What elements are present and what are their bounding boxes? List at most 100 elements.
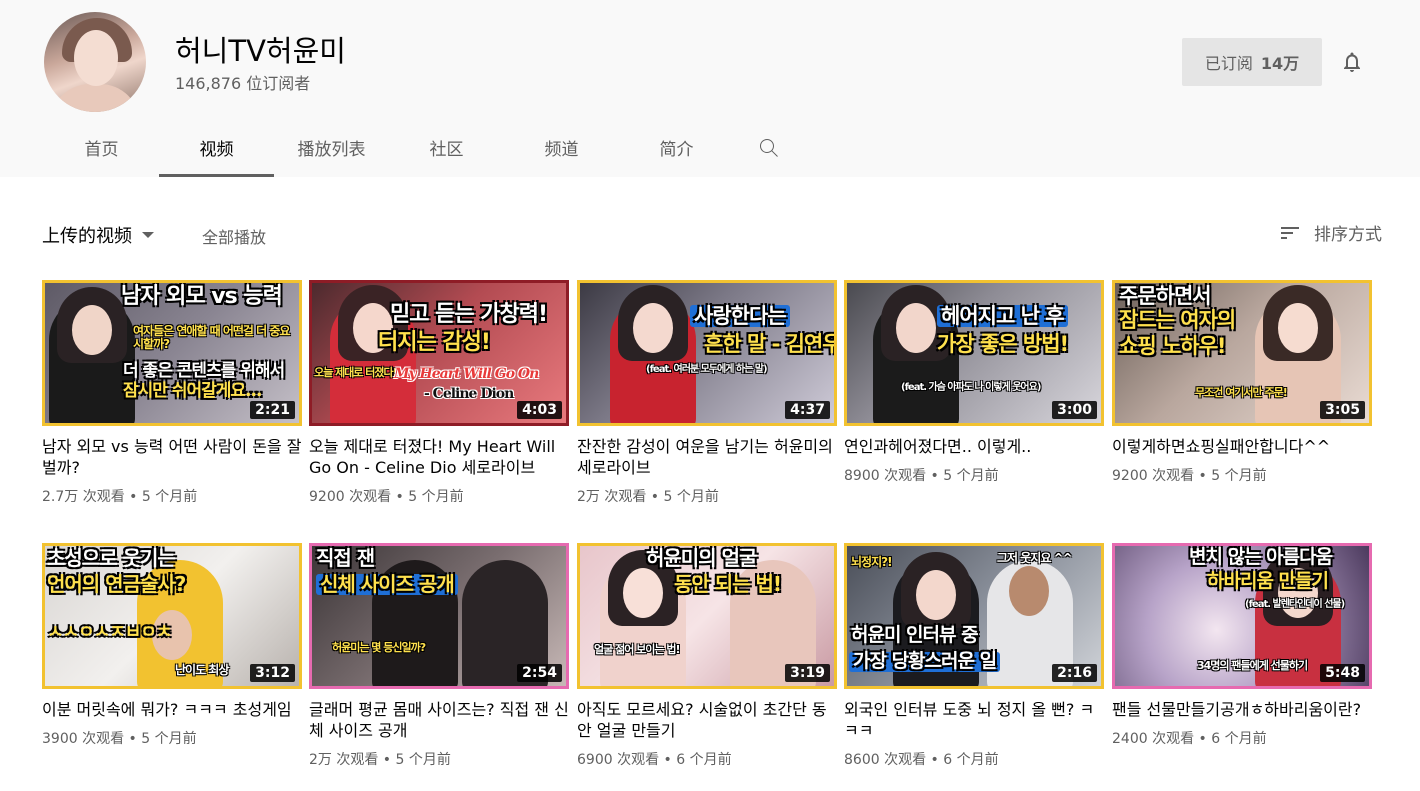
video-duration: 4:03: [517, 401, 562, 419]
video-card[interactable]: 뇌정지?! 그저 웃지요 ^^ 허윤미 인터뷰 중 가장 당황스러운 일 2:1…: [844, 543, 1104, 769]
tab-videos[interactable]: 视频: [159, 118, 274, 177]
video-duration: 4:37: [785, 401, 830, 419]
video-meta: 9200 次观看 • 5 个月前: [1112, 468, 1267, 484]
thumbnail-caption: My Heart Will Go On: [394, 366, 539, 382]
video-meta: 2万 次观看 • 5 个月前: [577, 489, 719, 505]
chevron-down-icon: [142, 232, 154, 238]
thumbnail-caption: 초성으로 웃기는: [47, 546, 176, 570]
thumbnail-caption: 믿고 듣는 가창력!: [390, 302, 548, 327]
thumbnail-caption: 무조건 여기서만 주문!: [1195, 386, 1288, 399]
video-thumbnail[interactable]: 헤어지고 난 후 가장 좋은 방법! (feat. 가슴 아파도 나 이렇게 웃…: [844, 280, 1104, 426]
channel-header: 허니TV허윤미 146,876 位订阅者 已订阅 14万 首页 视频 播放列表 …: [0, 0, 1420, 177]
video-title[interactable]: 남자 외모 vs 능력 어떤 사람이 돈을 잘 벌까?: [42, 436, 302, 478]
thumbnail-caption: 주문하면서: [1119, 284, 1212, 308]
section-title: 上传的视频: [42, 226, 132, 247]
thumbnail-caption: 가장 당황스러운 일: [849, 651, 1001, 672]
thumbnail-caption: ㅅㅅㅇㅅㅈㅂㅇㅊ: [47, 622, 172, 643]
subscribe-button[interactable]: 已订阅 14万: [1182, 38, 1322, 86]
video-title[interactable]: 이렇게하면쇼핑실패안합니다^^: [1112, 436, 1372, 457]
sort-button[interactable]: 排序方式: [1278, 220, 1382, 245]
thumbnail-caption: 오늘 제대로 터졌다!: [314, 366, 398, 379]
thumbnail-caption: - Celine Dion: [424, 386, 514, 402]
avatar-face: [74, 30, 118, 86]
video-thumbnail[interactable]: 초성으로 웃기는 언어의 연금술사? ㅅㅅㅇㅅㅈㅂㅇㅊ 난이도 최상 3:12: [42, 543, 302, 689]
video-duration: 3:19: [785, 664, 830, 682]
thumbnail-caption: 더 좋은 콘텐츠를 위해서: [123, 361, 285, 381]
video-duration: 2:54: [517, 664, 562, 682]
thumbnail-caption: 신체 사이즈 공개: [316, 574, 458, 595]
thumbnail-caption: 잠시만 쉬어갈게요...: [123, 381, 262, 401]
video-card[interactable]: 직접 잰 신체 사이즈 공개 허윤미는 몇 등신일까? 2:54 글래머 평균 …: [309, 543, 569, 769]
subscribe-label: 已订阅: [1204, 54, 1253, 73]
video-title[interactable]: 이분 머릿속에 뭐가? ㅋㅋㅋ 초성게임: [42, 699, 302, 720]
video-title[interactable]: 팬들 선물만들기공개ㅎ하바리움이란?: [1112, 699, 1372, 720]
thumbnail-caption: 헤어지고 난 후: [937, 305, 1068, 327]
video-card[interactable]: 허윤미의 얼굴 동안 되는 법! 얼굴 젊어 보이는 법! 3:19 아직도 모…: [577, 543, 837, 769]
video-meta: 8600 次观看 • 6 个月前: [844, 752, 999, 768]
tab-channels[interactable]: 频道: [504, 118, 619, 177]
video-title[interactable]: 외국인 인터뷰 도중 뇌 정지 올 뻔? ㅋㅋㅋ: [844, 699, 1104, 741]
video-title[interactable]: 잔잔한 감성이 여운을 남기는 허윤미의 세로라이브: [577, 436, 837, 478]
video-meta: 3900 次观看 • 5 个月前: [42, 731, 197, 747]
video-duration: 3:00: [1052, 401, 1097, 419]
tab-home[interactable]: 首页: [44, 118, 159, 177]
play-all-button[interactable]: 全部播放: [202, 224, 266, 248]
thumbnail-caption: 가장 좋은 방법!: [937, 332, 1069, 356]
video-meta: 2400 次观看 • 6 个月前: [1112, 731, 1267, 747]
video-thumbnail[interactable]: 사랑한다는 흔한 말 - 김연우 (feat. 여러분 모두에게 하는 말) 4…: [577, 280, 837, 426]
video-thumbnail[interactable]: 믿고 듣는 가창력! 터지는 감성! 오늘 제대로 터졌다! My Heart …: [309, 280, 569, 426]
video-thumbnail[interactable]: 뇌정지?! 그저 웃지요 ^^ 허윤미 인터뷰 중 가장 당황스러운 일 2:1…: [844, 543, 1104, 689]
video-title[interactable]: 글래머 평균 몸매 사이즈는? 직접 잰 신체 사이즈 공개: [309, 699, 569, 741]
tab-community[interactable]: 社区: [389, 118, 504, 177]
channel-tabs: 首页 视频 播放列表 社区 频道 简介: [44, 118, 800, 177]
thumbnail-caption: 언어의 연금술사?: [47, 572, 186, 596]
thumbnail-caption: 흔한 말 - 김연우: [704, 332, 837, 356]
video-duration: 2:21: [250, 401, 295, 419]
video-thumbnail[interactable]: 주문하면서 잠드는 여자의 쇼핑 노하우! 무조건 여기서만 주문! 3:05: [1112, 280, 1372, 426]
thumbnail-caption: 뇌정지?!: [851, 555, 893, 569]
thumbnail-caption: 얼굴 젊어 보이는 법!: [594, 643, 680, 656]
video-duration: 3:05: [1320, 401, 1365, 419]
video-duration: 5:48: [1320, 664, 1365, 682]
channel-name: 허니TV허윤미: [175, 34, 346, 68]
thumbnail-caption: 하바리움 만들기: [1207, 570, 1329, 592]
tab-about[interactable]: 简介: [619, 118, 734, 177]
bell-icon[interactable]: [1336, 46, 1368, 78]
thumbnail-caption: 동안 되는 법!: [674, 572, 782, 596]
thumbnail-caption: 여자들은 연애할 때 어떤걸 더 중요시할까?: [133, 324, 290, 351]
video-meta: 2.7万 次观看 • 5 个月前: [42, 489, 198, 505]
video-thumbnail[interactable]: 허윤미의 얼굴 동안 되는 법! 얼굴 젊어 보이는 법! 3:19: [577, 543, 837, 689]
video-duration: 3:12: [250, 664, 295, 682]
thumbnail-caption: (feat. 발렌타인데이 선물): [1245, 599, 1345, 610]
thumbnail-caption: (feat. 여러분 모두에게 하는 말): [646, 364, 768, 375]
video-meta: 6900 次观看 • 6 个月前: [577, 752, 732, 768]
video-card[interactable]: 변치 않는 아름다움 하바리움 만들기 (feat. 발렌타인데이 선물) 34…: [1112, 543, 1372, 748]
video-duration: 2:16: [1052, 664, 1097, 682]
thumbnail-caption: 허윤미는 몇 등신일까?: [332, 641, 426, 654]
uploads-dropdown[interactable]: 上传的视频: [42, 222, 154, 248]
video-thumbnail[interactable]: 남자 외모 vs 능력 여자들은 연애할 때 어떤걸 더 중요시할까? 더 좋은…: [42, 280, 302, 426]
thumbnail-caption: 사랑한다는: [690, 305, 790, 327]
video-thumbnail[interactable]: 직접 잰 신체 사이즈 공개 허윤미는 몇 등신일까? 2:54: [309, 543, 569, 689]
video-card[interactable]: 믿고 듣는 가창력! 터지는 감성! 오늘 제대로 터졌다! My Heart …: [309, 280, 569, 506]
video-card[interactable]: 초성으로 웃기는 언어의 연금술사? ㅅㅅㅇㅅㅈㅂㅇㅊ 난이도 최상 3:12 …: [42, 543, 302, 748]
search-icon[interactable]: [738, 118, 800, 177]
video-card[interactable]: 주문하면서 잠드는 여자의 쇼핑 노하우! 무조건 여기서만 주문! 3:05 …: [1112, 280, 1372, 485]
sort-label: 排序方式: [1314, 225, 1382, 245]
video-title[interactable]: 연인과헤어졌다면.. 이렇게..: [844, 436, 1104, 457]
subscribe-count: 14万: [1260, 54, 1300, 73]
video-card[interactable]: 남자 외모 vs 능력 여자들은 연애할 때 어떤걸 더 중요시할까? 더 좋은…: [42, 280, 302, 506]
video-meta: 9200 次观看 • 5 个月前: [309, 489, 464, 505]
channel-avatar[interactable]: [44, 12, 146, 112]
video-card[interactable]: 헤어지고 난 후 가장 좋은 방법! (feat. 가슴 아파도 나 이렇게 웃…: [844, 280, 1104, 485]
thumbnail-caption: (feat. 가슴 아파도 나 이렇게 웃어요): [901, 382, 1041, 393]
thumbnail-caption: 터지는 감성!: [378, 330, 491, 355]
video-thumbnail[interactable]: 변치 않는 아름다움 하바리움 만들기 (feat. 발렌타인데이 선물) 34…: [1112, 543, 1372, 689]
subscriber-count: 146,876 位订阅者: [175, 74, 311, 93]
video-title[interactable]: 아직도 모르세요? 시술없이 초간단 동안 얼굴 만들기: [577, 699, 837, 741]
tab-playlists[interactable]: 播放列表: [274, 118, 389, 177]
video-title[interactable]: 오늘 제대로 터졌다! My Heart Will Go On - Celine…: [309, 436, 569, 478]
video-card[interactable]: 사랑한다는 흔한 말 - 김연우 (feat. 여러분 모두에게 하는 말) 4…: [577, 280, 837, 506]
sort-icon: [1281, 226, 1299, 239]
section-bar: 上传的视频 全部播放 排序方式: [42, 218, 1382, 252]
